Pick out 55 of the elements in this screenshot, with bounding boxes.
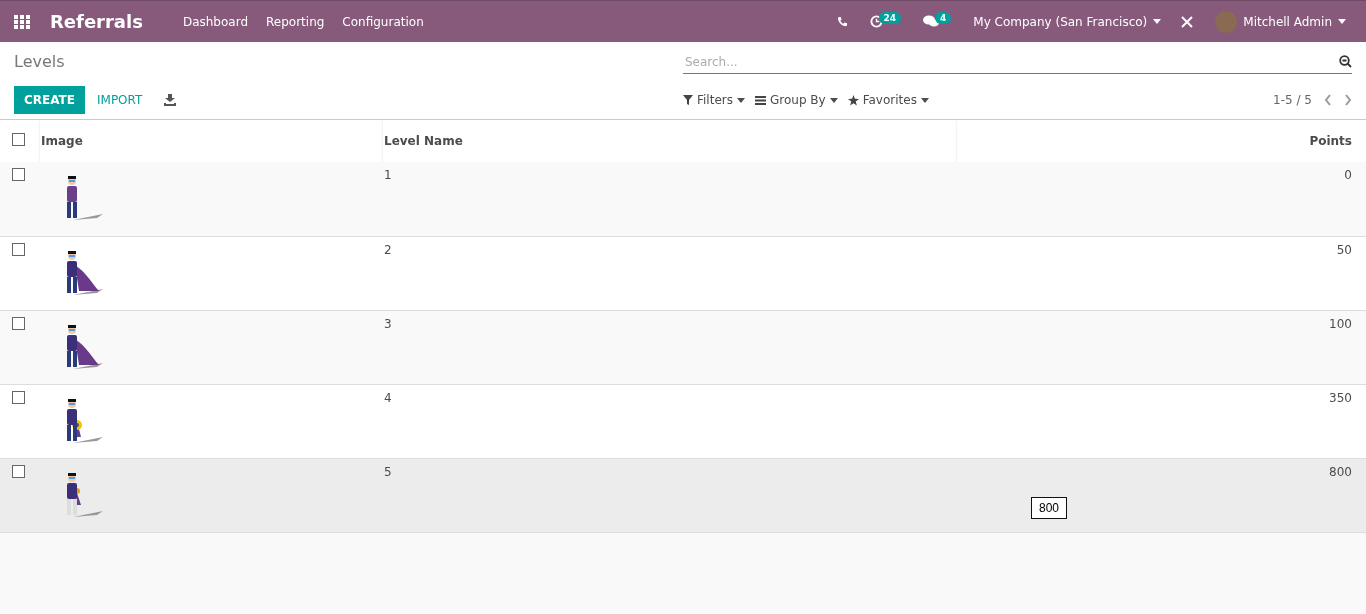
next-page-icon[interactable]	[1344, 94, 1352, 106]
download-icon[interactable]	[164, 94, 177, 106]
row-checkbox[interactable]	[12, 242, 25, 256]
app-name[interactable]: Referrals	[50, 11, 143, 32]
favorites-dropdown[interactable]: Favorites	[847, 93, 929, 107]
funnel-icon	[683, 95, 693, 105]
caret-icon	[737, 97, 745, 103]
table-cell: 4	[384, 390, 392, 405]
caret-icon	[1338, 19, 1346, 24]
column-header[interactable]: Level Name	[384, 134, 463, 148]
pager-value: 1-5 / 5	[1273, 93, 1312, 107]
company-switcher[interactable]: My Company (San Francisco)	[973, 14, 1162, 29]
table-cell: 800	[1329, 464, 1352, 479]
table-row[interactable]: 1 0	[0, 162, 1366, 236]
activity-count-badge: 24	[878, 11, 902, 24]
group-by-dropdown[interactable]: Group By	[755, 93, 838, 107]
column-header[interactable]: Image	[41, 134, 83, 148]
table-cell: 3	[384, 316, 392, 331]
list-icon	[755, 95, 766, 105]
row-checkbox[interactable]	[12, 464, 25, 478]
table-cell: 350	[1329, 390, 1352, 405]
table-cell: 2	[384, 242, 392, 257]
row-checkbox[interactable]	[12, 316, 25, 330]
table-cell: 100	[1329, 316, 1352, 331]
menu-item[interactable]: Configuration	[342, 14, 424, 29]
breadcrumb-title: Levels	[14, 51, 66, 71]
apps-menu-icon[interactable]	[14, 14, 30, 29]
caret-icon	[829, 97, 838, 103]
table-cell: 50	[1336, 242, 1352, 257]
tooltip: 800	[1031, 497, 1068, 519]
table-row[interactable]: 2 50	[0, 236, 1366, 310]
table-cell: 5	[384, 464, 392, 479]
search-icon[interactable]	[1339, 55, 1352, 68]
caret-icon	[920, 97, 929, 103]
star-icon	[847, 94, 859, 106]
select-all-checkbox[interactable]	[12, 132, 25, 146]
table-cell: 1	[384, 168, 392, 182]
tools-icon[interactable]	[1181, 15, 1194, 28]
menu-item[interactable]: Reporting	[266, 14, 325, 29]
caret-icon	[1153, 19, 1162, 24]
filters-dropdown[interactable]: Filters	[683, 93, 745, 107]
message-count-badge: 4	[935, 11, 952, 24]
clock-icon[interactable]	[869, 15, 883, 28]
avatar	[1215, 10, 1238, 33]
row-checkbox[interactable]	[12, 390, 25, 404]
phone-icon[interactable]	[836, 16, 848, 27]
search-field[interactable]: Search...	[683, 53, 1339, 70]
table-row[interactable]: 3 100	[0, 310, 1366, 384]
column-header[interactable]: Points	[1309, 134, 1352, 148]
table-row[interactable]: 4 350	[0, 384, 1366, 458]
user-menu[interactable]: Mitchell Admin	[1215, 10, 1346, 33]
previous-page-icon[interactable]	[1324, 94, 1332, 106]
table-cell: 0	[1344, 168, 1352, 182]
menu-item[interactable]: Dashboard	[182, 14, 248, 29]
row-checkbox[interactable]	[12, 168, 25, 181]
